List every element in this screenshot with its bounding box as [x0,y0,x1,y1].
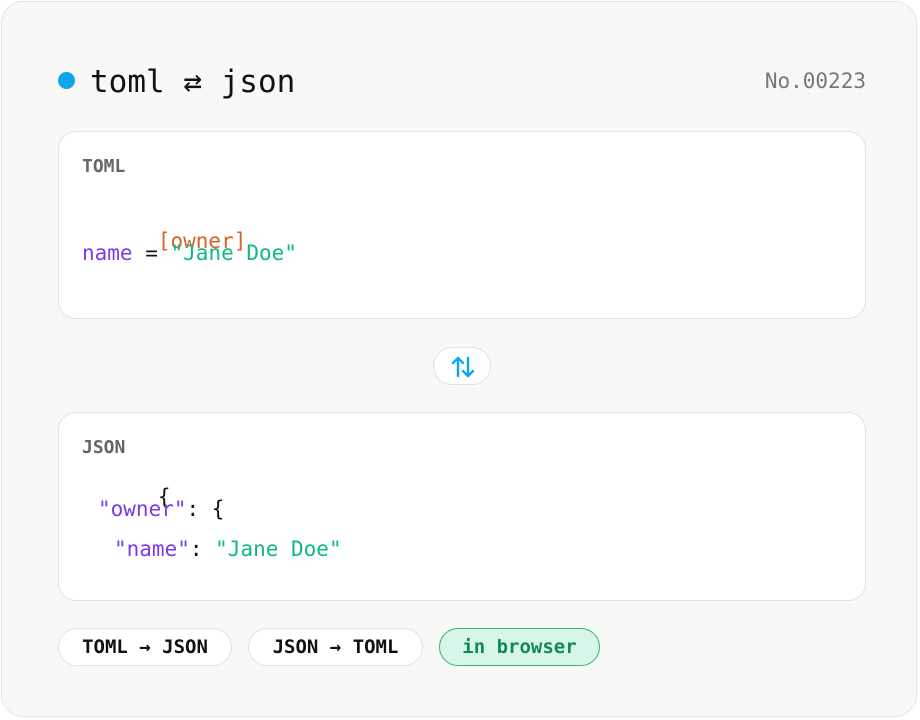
toml-value: "Jane Doe" [170,241,297,265]
json-panel[interactable]: JSON { "owner": { "name": "Jane Doe" } [58,412,866,601]
toml-to-json-button[interactable]: TOML → JSON [58,628,232,666]
toml-kv-line: name = "Jane Doe" [82,239,297,267]
toml-panel[interactable]: TOML [owner] name = "Jane Doe" [58,131,866,319]
swap-vertical-arrows-icon [451,356,475,378]
json-name-value: "Jane Doe" [215,537,342,561]
json-owner-sep: : { [186,497,225,521]
json-name-key: "name" [114,537,190,561]
serial-number: No.00223 [764,69,866,93]
in-browser-badge: in browser [439,628,600,666]
converter-card: toml ⇄ json No.00223 TOML [owner] name =… [1,1,917,717]
json-line-4: } [98,574,187,600]
json-line-3: "name": "Jane Doe" [114,535,342,563]
toml-panel-label: TOML [82,156,126,177]
swap-button[interactable] [433,347,491,385]
json-name-sep: : [189,537,216,561]
page-title: toml ⇄ json [90,64,296,100]
json-line-2: "owner": { [98,495,224,523]
toml-key: name [82,241,133,265]
card-header: toml ⇄ json No.00223 [58,58,866,106]
status-dot [58,72,75,89]
json-owner-key: "owner" [98,497,187,521]
toml-equals: = [132,241,171,265]
json-to-toml-button[interactable]: JSON → TOML [248,628,423,666]
